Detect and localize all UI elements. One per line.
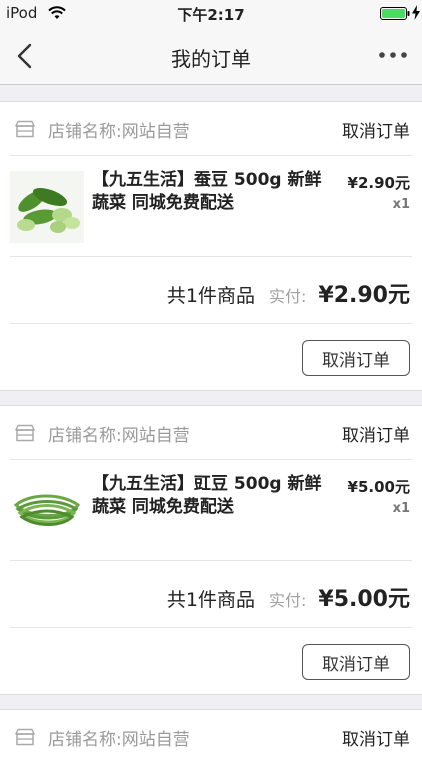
product-price: ¥5.00元 [347, 478, 410, 496]
status-bar: iPod 下午2:17 [0, 0, 422, 27]
divider [10, 256, 412, 257]
order-header: 店铺名称:网站自营 取消订单 [0, 102, 422, 156]
order-card: 店铺名称:网站自营 取消订单 【九五生活】豇豆 500g 新鲜蔬菜 同城免费配送… [0, 405, 422, 695]
header-cancel-order-link[interactable]: 取消订单 [342, 117, 410, 142]
divider [10, 323, 412, 324]
store-name: 店铺名称:网站自营 [48, 122, 190, 142]
cancel-order-button[interactable]: 取消订单 [302, 644, 410, 680]
item-count: 共1件商品 [166, 285, 255, 307]
store-icon [15, 424, 35, 442]
order-header: 店铺名称:网站自营 取消订单 [0, 406, 422, 460]
cancel-order-button[interactable]: 取消订单 [302, 340, 410, 376]
order-header: 店铺名称:网站自营 取消订单 [0, 710, 422, 764]
item-count: 共1件商品 [166, 589, 255, 611]
store-icon [15, 728, 35, 746]
store-icon [15, 120, 35, 138]
paid-amount: ¥2.90元 [318, 283, 410, 308]
navigation-bar: 我的订单 [0, 27, 422, 85]
paid-amount: ¥5.00元 [318, 587, 410, 612]
divider [10, 459, 412, 460]
product-quantity: x1 [392, 197, 410, 212]
divider [10, 627, 412, 628]
store-name: 店铺名称:网站自营 [48, 426, 190, 446]
order-card: 店铺名称:网站自营 取消订单 [0, 709, 422, 769]
order-card: 店铺名称:网站自营 取消订单 【九五生活】蚕豆 500g 新鲜蔬菜 同城免费配送… [0, 101, 422, 391]
divider [10, 560, 412, 561]
store-name: 店铺名称:网站自营 [48, 730, 190, 750]
page-title: 我的订单 [171, 47, 251, 71]
order-summary: 共1件商品 实付: ¥2.90元 [167, 277, 410, 309]
product-price: ¥2.90元 [347, 174, 410, 192]
order-summary: 共1件商品 实付: ¥5.00元 [167, 581, 410, 613]
long-beans-image[interactable] [10, 475, 84, 547]
header-cancel-order-link[interactable]: 取消订单 [342, 725, 410, 750]
charging-bolt-icon [412, 5, 420, 20]
broad-beans-image[interactable] [10, 171, 84, 243]
status-time: 下午2:17 [177, 6, 245, 24]
divider [10, 155, 412, 156]
paid-label: 实付: [269, 591, 307, 610]
product-quantity: x1 [392, 501, 410, 516]
more-dots-icon[interactable] [378, 45, 408, 65]
product-name: 【九五生活】豇豆 500g 新鲜蔬菜 同城免费配送 [92, 474, 322, 517]
paid-label: 实付: [269, 287, 307, 306]
battery-icon [380, 7, 410, 20]
header-cancel-order-link[interactable]: 取消订单 [342, 421, 410, 446]
product-name: 【九五生活】蚕豆 500g 新鲜蔬菜 同城免费配送 [92, 170, 322, 213]
